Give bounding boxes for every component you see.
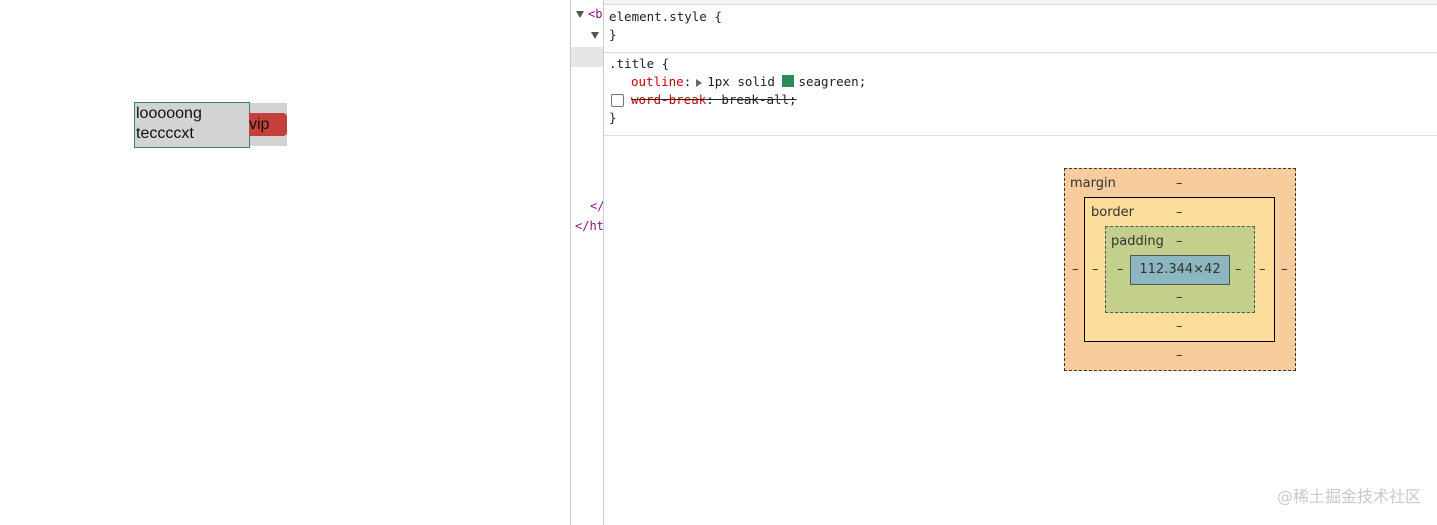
margin-right-value[interactable]: – bbox=[1281, 262, 1288, 277]
devtools-panel: <b </ </ht element.style { } .title { ou… bbox=[570, 0, 1437, 525]
margin-left-value[interactable]: – bbox=[1072, 262, 1079, 277]
tree-node-html-close[interactable]: </ht bbox=[575, 219, 603, 233]
box-model-content[interactable]: 112.344×42 bbox=[1130, 255, 1230, 285]
border-bottom-value[interactable]: – bbox=[1176, 319, 1183, 334]
tree-node-close[interactable]: </ bbox=[590, 199, 603, 213]
expand-shorthand-icon[interactable] bbox=[696, 78, 703, 87]
watermark: @稀土掘金技术社区 bbox=[1276, 487, 1421, 506]
demo-container: looooong teccccxt vip bbox=[134, 101, 287, 148]
outline-value: 1px solid bbox=[707, 74, 775, 89]
padding-label: padding bbox=[1111, 234, 1164, 249]
title-style-rule[interactable]: .title { outline: 1px solid seagreen; wor… bbox=[604, 54, 1437, 136]
margin-label: margin bbox=[1070, 176, 1116, 191]
word-break-property-name: word-break bbox=[631, 92, 707, 107]
padding-right-value[interactable]: – bbox=[1235, 262, 1242, 277]
tree-node-body[interactable]: <b bbox=[588, 7, 602, 21]
border-left-value[interactable]: – bbox=[1092, 262, 1099, 277]
tree-selected-row[interactable] bbox=[571, 47, 603, 67]
tree-expand-arrow-icon[interactable] bbox=[591, 32, 599, 39]
title-line-1: looooong bbox=[136, 104, 202, 122]
padding-top-value[interactable]: – bbox=[1176, 234, 1183, 249]
styles-pane: element.style { } .title { outline: 1px s… bbox=[604, 0, 1437, 525]
title-line-2: teccccxt bbox=[136, 124, 194, 142]
word-break-declaration[interactable]: word-break: break-all; bbox=[609, 91, 1437, 109]
vip-badge[interactable]: vip bbox=[249, 113, 287, 136]
tree-expand-arrow-icon[interactable] bbox=[576, 11, 584, 18]
outline-color-name: seagreen bbox=[798, 74, 859, 89]
rendered-page: looooong teccccxt vip bbox=[0, 0, 570, 525]
elements-tree: <b </ </ht bbox=[571, 0, 604, 525]
property-toggle-checkbox[interactable] bbox=[611, 94, 624, 107]
styles-toolbar-strip bbox=[604, 0, 1437, 5]
margin-top-value[interactable]: – bbox=[1176, 176, 1183, 191]
padding-left-value[interactable]: – bbox=[1117, 262, 1124, 277]
outline-declaration[interactable]: outline: 1px solid seagreen; bbox=[609, 73, 1437, 91]
padding-bottom-value[interactable]: – bbox=[1176, 290, 1183, 305]
element-style-selector: element.style { bbox=[609, 9, 722, 24]
title-rule-close: } bbox=[609, 110, 617, 125]
border-top-value[interactable]: – bbox=[1176, 205, 1183, 220]
outline-property-name: outline bbox=[631, 74, 684, 89]
margin-bottom-value[interactable]: – bbox=[1176, 348, 1183, 363]
title-rule-selector: .title { bbox=[609, 56, 670, 71]
word-break-value: break-all; bbox=[721, 92, 797, 107]
title-element[interactable]: looooong teccccxt bbox=[134, 101, 250, 148]
border-right-value[interactable]: – bbox=[1259, 262, 1266, 277]
color-swatch-icon[interactable] bbox=[782, 75, 795, 87]
element-style-close: } bbox=[609, 27, 617, 42]
element-style-rule[interactable]: element.style { } bbox=[604, 7, 1437, 53]
border-label: border bbox=[1091, 205, 1134, 220]
